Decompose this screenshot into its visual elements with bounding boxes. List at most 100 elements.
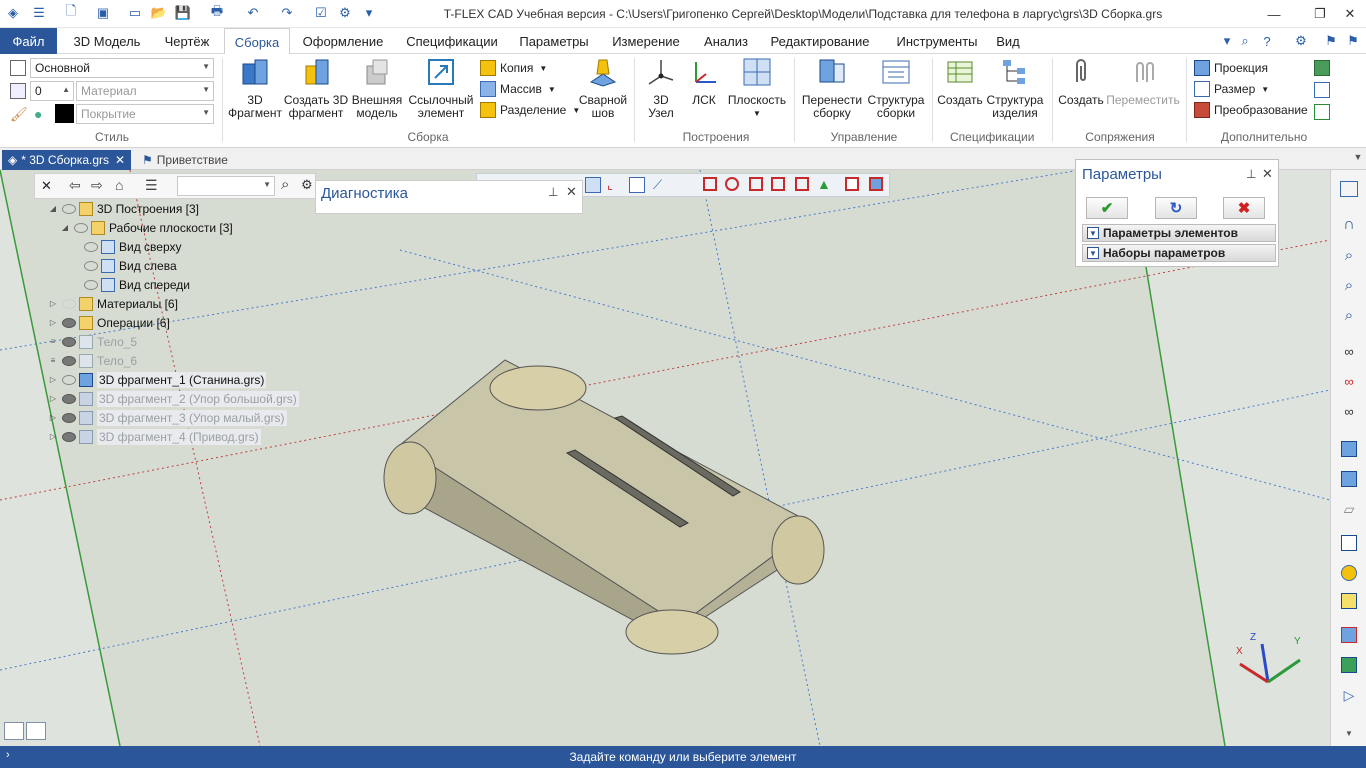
- layout-single-icon[interactable]: [4, 722, 24, 740]
- lcs-icon[interactable]: ⌞: [607, 177, 613, 193]
- create-3d-fragment-button[interactable]: Создать 3D фрагмент: [284, 56, 348, 120]
- flag-icon[interactable]: ⚑: [1322, 32, 1340, 50]
- move-assembly-button[interactable]: Перенести сборку: [800, 56, 864, 120]
- search-icon[interactable]: ⌕: [281, 176, 289, 193]
- axis-icon[interactable]: ⟋: [653, 177, 662, 193]
- panel-menu-icon[interactable]: ▾: [1218, 32, 1236, 50]
- section-element-params[interactable]: ▼ Параметры элементов: [1082, 224, 1276, 242]
- extra-icon-1[interactable]: [1314, 60, 1330, 76]
- tabs-menu-icon[interactable]: ▼: [1350, 148, 1366, 170]
- create-spec-button[interactable]: Создать: [936, 56, 984, 107]
- tab-drawing[interactable]: Чертёж: [154, 28, 220, 54]
- tab-3d-model[interactable]: 3D Модель: [66, 28, 148, 54]
- tab-parameters[interactable]: Параметры: [512, 28, 596, 54]
- extra-icon-3[interactable]: [1314, 104, 1330, 120]
- dimension-button[interactable]: Размер ▼: [1194, 79, 1269, 99]
- tree-row[interactable]: ▷ Материалы [6]: [48, 294, 178, 313]
- glasses-red-icon[interactable]: ∞: [1338, 370, 1360, 392]
- window-view-icon[interactable]: [1338, 178, 1360, 200]
- refresh-button[interactable]: ↻: [1155, 197, 1197, 219]
- tree-row[interactable]: ▷ 3D фрагмент_1 (Станина.grs): [48, 370, 267, 389]
- color-swatch[interactable]: [55, 104, 74, 123]
- close-icon[interactable]: ✕: [566, 184, 577, 200]
- tab-file[interactable]: Файл: [0, 28, 57, 54]
- tab-measure[interactable]: Измерение: [606, 28, 686, 54]
- assembly-structure-button[interactable]: Структура сборки: [866, 56, 926, 120]
- shapes-icon[interactable]: ▲: [817, 176, 831, 192]
- tree-row[interactable]: ◢ Рабочие плоскости [3]: [60, 218, 233, 237]
- create-mate-button[interactable]: Создать: [1056, 56, 1106, 107]
- tab-view[interactable]: Вид: [990, 28, 1026, 54]
- new-file-icon[interactable]: 🗋: [62, 3, 80, 22]
- view-cube-icon[interactable]: [1338, 532, 1360, 554]
- menu-icon[interactable]: ☰: [30, 4, 48, 22]
- weld-seam-button[interactable]: Сварной шов: [576, 56, 630, 120]
- glasses-icon[interactable]: ∞: [1338, 340, 1360, 362]
- move-mate-button[interactable]: Переместить: [1106, 56, 1180, 107]
- tree-row[interactable]: ▷ Операции [6]: [48, 313, 170, 332]
- doc-tab-welcome[interactable]: ⚑ Приветствие: [136, 150, 234, 170]
- plane-toggle-icon[interactable]: ▱: [1338, 498, 1360, 520]
- eye-icon[interactable]: [74, 222, 88, 233]
- app-logo-icon[interactable]: ◈: [4, 4, 22, 22]
- 3d-node-button[interactable]: 3D Узел: [640, 56, 682, 120]
- close-icon[interactable]: ✕: [1262, 166, 1273, 182]
- expand-icon[interactable]: ▷: [48, 299, 58, 308]
- close-icon[interactable]: ✕: [41, 178, 52, 194]
- section-icon[interactable]: [1338, 624, 1360, 646]
- paint-icon[interactable]: 🖌: [10, 106, 28, 123]
- eye-icon[interactable]: [84, 260, 98, 271]
- eye-icon[interactable]: [62, 203, 76, 214]
- cancel-button[interactable]: ✖: [1223, 197, 1265, 219]
- section-param-sets[interactable]: ▼ Наборы параметров: [1082, 244, 1276, 262]
- tree-row[interactable]: ≡ Тело_5: [48, 332, 137, 351]
- split-button[interactable]: Разделение ▼: [480, 100, 580, 120]
- collapse-section-icon[interactable]: ▼: [1087, 247, 1099, 259]
- body-filter-icon[interactable]: [795, 177, 809, 191]
- transform-button[interactable]: Преобразование: [1194, 100, 1308, 120]
- hidden-eye-icon[interactable]: [62, 393, 76, 404]
- close-button[interactable]: ✕: [1330, 2, 1366, 26]
- tree-row[interactable]: ▷ 3D фрагмент_3 (Упор малый.grs): [48, 408, 287, 427]
- scroll-down-icon[interactable]: ▼: [1338, 726, 1360, 740]
- tab-design[interactable]: Оформление: [296, 28, 390, 54]
- plane-icon[interactable]: [629, 177, 645, 193]
- undo-icon[interactable]: ↶: [244, 4, 262, 22]
- ok-button[interactable]: ✔: [1086, 197, 1128, 219]
- plane-view-icon[interactable]: [585, 177, 601, 193]
- magnet-icon[interactable]: ∩: [1338, 214, 1360, 236]
- hidden-eye-icon[interactable]: [62, 412, 76, 423]
- box-yellow-icon[interactable]: [1338, 590, 1360, 612]
- layout-split-icon[interactable]: [26, 722, 46, 740]
- hidden-eye-icon[interactable]: [62, 336, 76, 347]
- tab-tools[interactable]: Инструменты: [884, 28, 990, 54]
- zoom-out-icon[interactable]: ⌕: [1338, 304, 1360, 326]
- hidden-eye-icon[interactable]: [62, 317, 76, 328]
- product-structure-button[interactable]: Структура изделия: [986, 56, 1044, 120]
- expand-icon[interactable]: ▷: [48, 394, 58, 403]
- settings-icon[interactable]: ⚙: [301, 177, 313, 193]
- minimize-button[interactable]: —: [1254, 2, 1294, 26]
- close-icon[interactable]: ✕: [115, 153, 125, 167]
- tree-row[interactable]: ≡ Тело_6: [48, 351, 137, 370]
- tab-editing[interactable]: Редактирование: [766, 28, 874, 54]
- render-icon[interactable]: ▷: [1338, 684, 1360, 706]
- 3d-fragment-button[interactable]: 3D Фрагмент: [226, 56, 284, 120]
- list-view-icon[interactable]: ☰: [145, 177, 158, 194]
- settings-icon[interactable]: ⚙: [1292, 32, 1310, 50]
- help-icon[interactable]: ?: [1258, 32, 1276, 50]
- tree-row[interactable]: Вид сверху: [84, 237, 182, 256]
- palette-icon[interactable]: ●: [34, 106, 42, 122]
- collapse-icon[interactable]: ◢: [48, 204, 58, 213]
- reference-element-button[interactable]: Ссылочный элемент: [406, 56, 476, 120]
- glasses-icon[interactable]: ∞: [1338, 400, 1360, 422]
- material-combo[interactable]: Материал ▼: [76, 81, 214, 101]
- extra-icon-2[interactable]: [1314, 82, 1330, 98]
- tree-row[interactable]: Вид слева: [84, 256, 177, 275]
- assembly-filter-icon[interactable]: [869, 177, 883, 191]
- search-icon[interactable]: ⌕: [1236, 32, 1254, 50]
- cube-check-icon[interactable]: [1338, 438, 1360, 460]
- expand-icon[interactable]: ▷: [48, 375, 58, 384]
- copy-button[interactable]: Копия ▼: [480, 58, 547, 78]
- doc-tab-assembly[interactable]: ◈ * 3D Сборка.grs ✕: [2, 150, 132, 170]
